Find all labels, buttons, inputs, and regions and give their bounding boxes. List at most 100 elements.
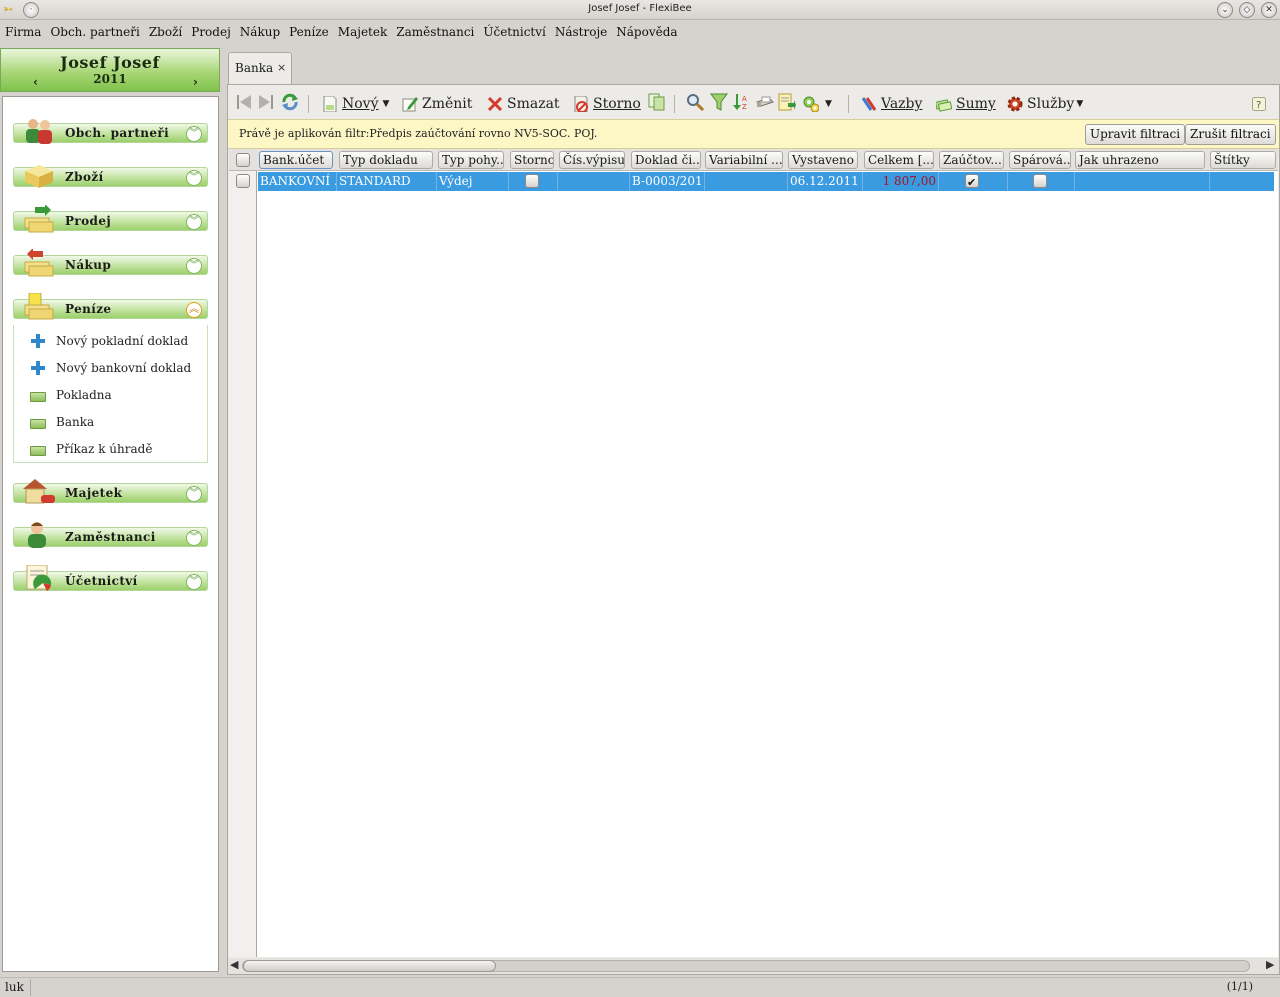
refresh-icon[interactable] bbox=[281, 93, 299, 111]
menu-penize[interactable]: Peníze bbox=[289, 22, 334, 44]
accounting-icon bbox=[26, 565, 52, 591]
print-icon[interactable] bbox=[756, 93, 774, 111]
table-row[interactable]: BANKOVNÍ ... STANDARD Výdej B-0003/2011 … bbox=[258, 172, 1274, 191]
delete-button[interactable]: Smazat bbox=[487, 93, 560, 115]
tab-banka[interactable]: Banka × bbox=[228, 52, 292, 84]
actions-menu-button[interactable]: ▼ bbox=[803, 93, 832, 115]
column-header-matched[interactable]: Spárová... bbox=[1009, 151, 1071, 169]
menu-prodej[interactable]: Prodej bbox=[191, 22, 236, 44]
expand-icon[interactable]: ︾ bbox=[186, 170, 202, 186]
menu-majetek[interactable]: Majetek bbox=[338, 22, 392, 44]
edit-filter-button[interactable]: Upravit filtraci bbox=[1085, 124, 1186, 145]
expand-icon[interactable]: ︾ bbox=[186, 530, 202, 546]
collapse-icon[interactable]: ︽ bbox=[186, 302, 202, 318]
section-nakup[interactable]: Nákup ︾ bbox=[13, 249, 208, 277]
export-icon[interactable] bbox=[778, 93, 796, 111]
expand-icon[interactable]: ︾ bbox=[186, 486, 202, 502]
cancel-filter-button[interactable]: Zrušit filtraci bbox=[1185, 124, 1276, 145]
last-record-icon[interactable] bbox=[258, 93, 274, 111]
links-button[interactable]: Vazby bbox=[861, 93, 922, 115]
column-header-movement-type[interactable]: Typ pohy... bbox=[438, 151, 504, 169]
edit-button-label: Změnit bbox=[422, 96, 473, 112]
column-header-issued[interactable]: Vystaveno bbox=[788, 151, 858, 169]
prev-year-button[interactable]: ‹ bbox=[33, 75, 38, 89]
expand-icon[interactable]: ︾ bbox=[186, 574, 202, 590]
menu-zbozi[interactable]: Zboží bbox=[149, 22, 187, 44]
filter-icon[interactable] bbox=[710, 93, 728, 111]
svg-text:A: A bbox=[742, 95, 747, 103]
column-header-bank-account[interactable]: Bank.účet bbox=[259, 151, 333, 169]
dropdown-arrow-icon: ▼ bbox=[825, 99, 832, 109]
close-button[interactable]: ✕ bbox=[1261, 2, 1277, 18]
column-header-storno[interactable]: Storno bbox=[510, 151, 554, 169]
menu-zamestnanci[interactable]: Zaměstnanci bbox=[396, 22, 479, 44]
edit-button[interactable]: Změnit bbox=[402, 93, 472, 115]
menu-item-prikaz[interactable]: Příkaz k úhradě bbox=[30, 439, 152, 459]
column-header-tags[interactable]: Štítky bbox=[1210, 151, 1276, 169]
storno-checkbox[interactable] bbox=[525, 174, 539, 188]
section-zamestnanci[interactable]: Zaměstnanci ︾ bbox=[13, 521, 208, 548]
column-header-doc-type[interactable]: Typ dokladu bbox=[339, 151, 433, 169]
help-icon[interactable]: ? bbox=[1252, 97, 1266, 111]
first-record-icon[interactable] bbox=[236, 93, 252, 111]
column-header-total[interactable]: Celkem [... bbox=[864, 151, 934, 169]
scroll-left-icon[interactable]: ◀ bbox=[230, 958, 238, 971]
copy-icon[interactable] bbox=[648, 93, 666, 111]
menu-item-banka[interactable]: Banka bbox=[30, 412, 94, 432]
menu-napoveda[interactable]: Nápověda bbox=[616, 22, 682, 44]
column-header-variable-symbol[interactable]: Variabilní ... bbox=[705, 151, 783, 169]
row-select-checkbox[interactable] bbox=[236, 174, 250, 188]
expand-icon[interactable]: ︾ bbox=[186, 258, 202, 274]
horizontal-scrollbar[interactable]: ◀ ▶ bbox=[228, 958, 1279, 974]
menu-obch-partneri[interactable]: Obch. partneři bbox=[50, 22, 144, 44]
close-tab-icon[interactable]: × bbox=[277, 61, 286, 74]
matched-checkbox[interactable] bbox=[1033, 174, 1047, 188]
documents-table: Bank.účet Typ dokladu Typ pohy... Storno… bbox=[229, 149, 1278, 957]
section-zbozi[interactable]: Zboží ︾ bbox=[13, 161, 208, 188]
page-indicator: (1/1) bbox=[1226, 980, 1253, 993]
posted-checkbox[interactable] bbox=[965, 173, 979, 191]
column-header-posted[interactable]: Zaúčtov... bbox=[939, 151, 1004, 169]
sort-icon[interactable]: AZ bbox=[733, 93, 751, 111]
document-tabbar: Banka × bbox=[226, 52, 1280, 84]
titlebar-right-controls: ⌄ ◇ ✕ bbox=[1217, 2, 1277, 18]
minimize-button[interactable]: ⌄ bbox=[1217, 2, 1233, 18]
storno-button[interactable]: Storno bbox=[573, 93, 641, 115]
delete-button-label: Smazat bbox=[507, 96, 560, 112]
maximize-button[interactable]: ◇ bbox=[1239, 2, 1255, 18]
expand-icon[interactable]: ︾ bbox=[186, 126, 202, 142]
scroll-thumb[interactable] bbox=[243, 960, 496, 972]
menu-item-new-bank-doc[interactable]: Nový bankovní doklad bbox=[30, 358, 191, 378]
next-year-button[interactable]: › bbox=[193, 75, 198, 89]
section-label: Prodej bbox=[65, 214, 112, 228]
menu-nakup[interactable]: Nákup bbox=[240, 22, 285, 44]
section-prodej[interactable]: Prodej ︾ bbox=[13, 205, 208, 233]
section-majetek[interactable]: Majetek ︾ bbox=[13, 477, 208, 504]
toolbar-separator bbox=[674, 95, 675, 113]
menu-item-pokladna[interactable]: Pokladna bbox=[30, 385, 112, 405]
search-icon[interactable] bbox=[686, 93, 704, 111]
menu-ucetnictvi[interactable]: Účetnictví bbox=[483, 22, 550, 44]
scroll-right-icon[interactable]: ▶ bbox=[1266, 958, 1274, 971]
menu-nastroje[interactable]: Nástroje bbox=[555, 22, 612, 44]
gear-icon bbox=[1007, 96, 1023, 112]
new-button[interactable]: Nový ▼ bbox=[322, 93, 389, 115]
employees-icon bbox=[28, 522, 46, 548]
column-header-paid-how[interactable]: Jak uhrazeno bbox=[1075, 151, 1205, 169]
section-obch-partneri[interactable]: Obch. partneři ︾ bbox=[13, 117, 208, 144]
menu-firma[interactable]: Firma bbox=[5, 22, 46, 44]
column-header-doc-no[interactable]: Doklad či... bbox=[631, 151, 701, 169]
section-ucetnictvi[interactable]: Účetnictví ︾ bbox=[13, 565, 208, 591]
menu-item-label: Nový bankovní doklad bbox=[56, 361, 192, 375]
services-button[interactable]: Služby ▼ bbox=[1007, 93, 1083, 115]
company-name: Josef Josef bbox=[60, 53, 160, 72]
sums-button[interactable]: Sumy bbox=[936, 93, 996, 115]
section-label: Obch. partneři bbox=[65, 126, 170, 140]
menu-item-new-cash-doc[interactable]: Nový pokladní doklad bbox=[30, 331, 188, 351]
money-stack-icon bbox=[936, 99, 952, 112]
cell-statement-no bbox=[558, 172, 630, 191]
column-header-statement-no[interactable]: Čís.výpisu bbox=[559, 151, 625, 169]
expand-icon[interactable]: ︾ bbox=[186, 214, 202, 230]
section-penize[interactable]: Peníze ︽ bbox=[13, 293, 208, 320]
select-all-checkbox[interactable] bbox=[236, 153, 250, 167]
